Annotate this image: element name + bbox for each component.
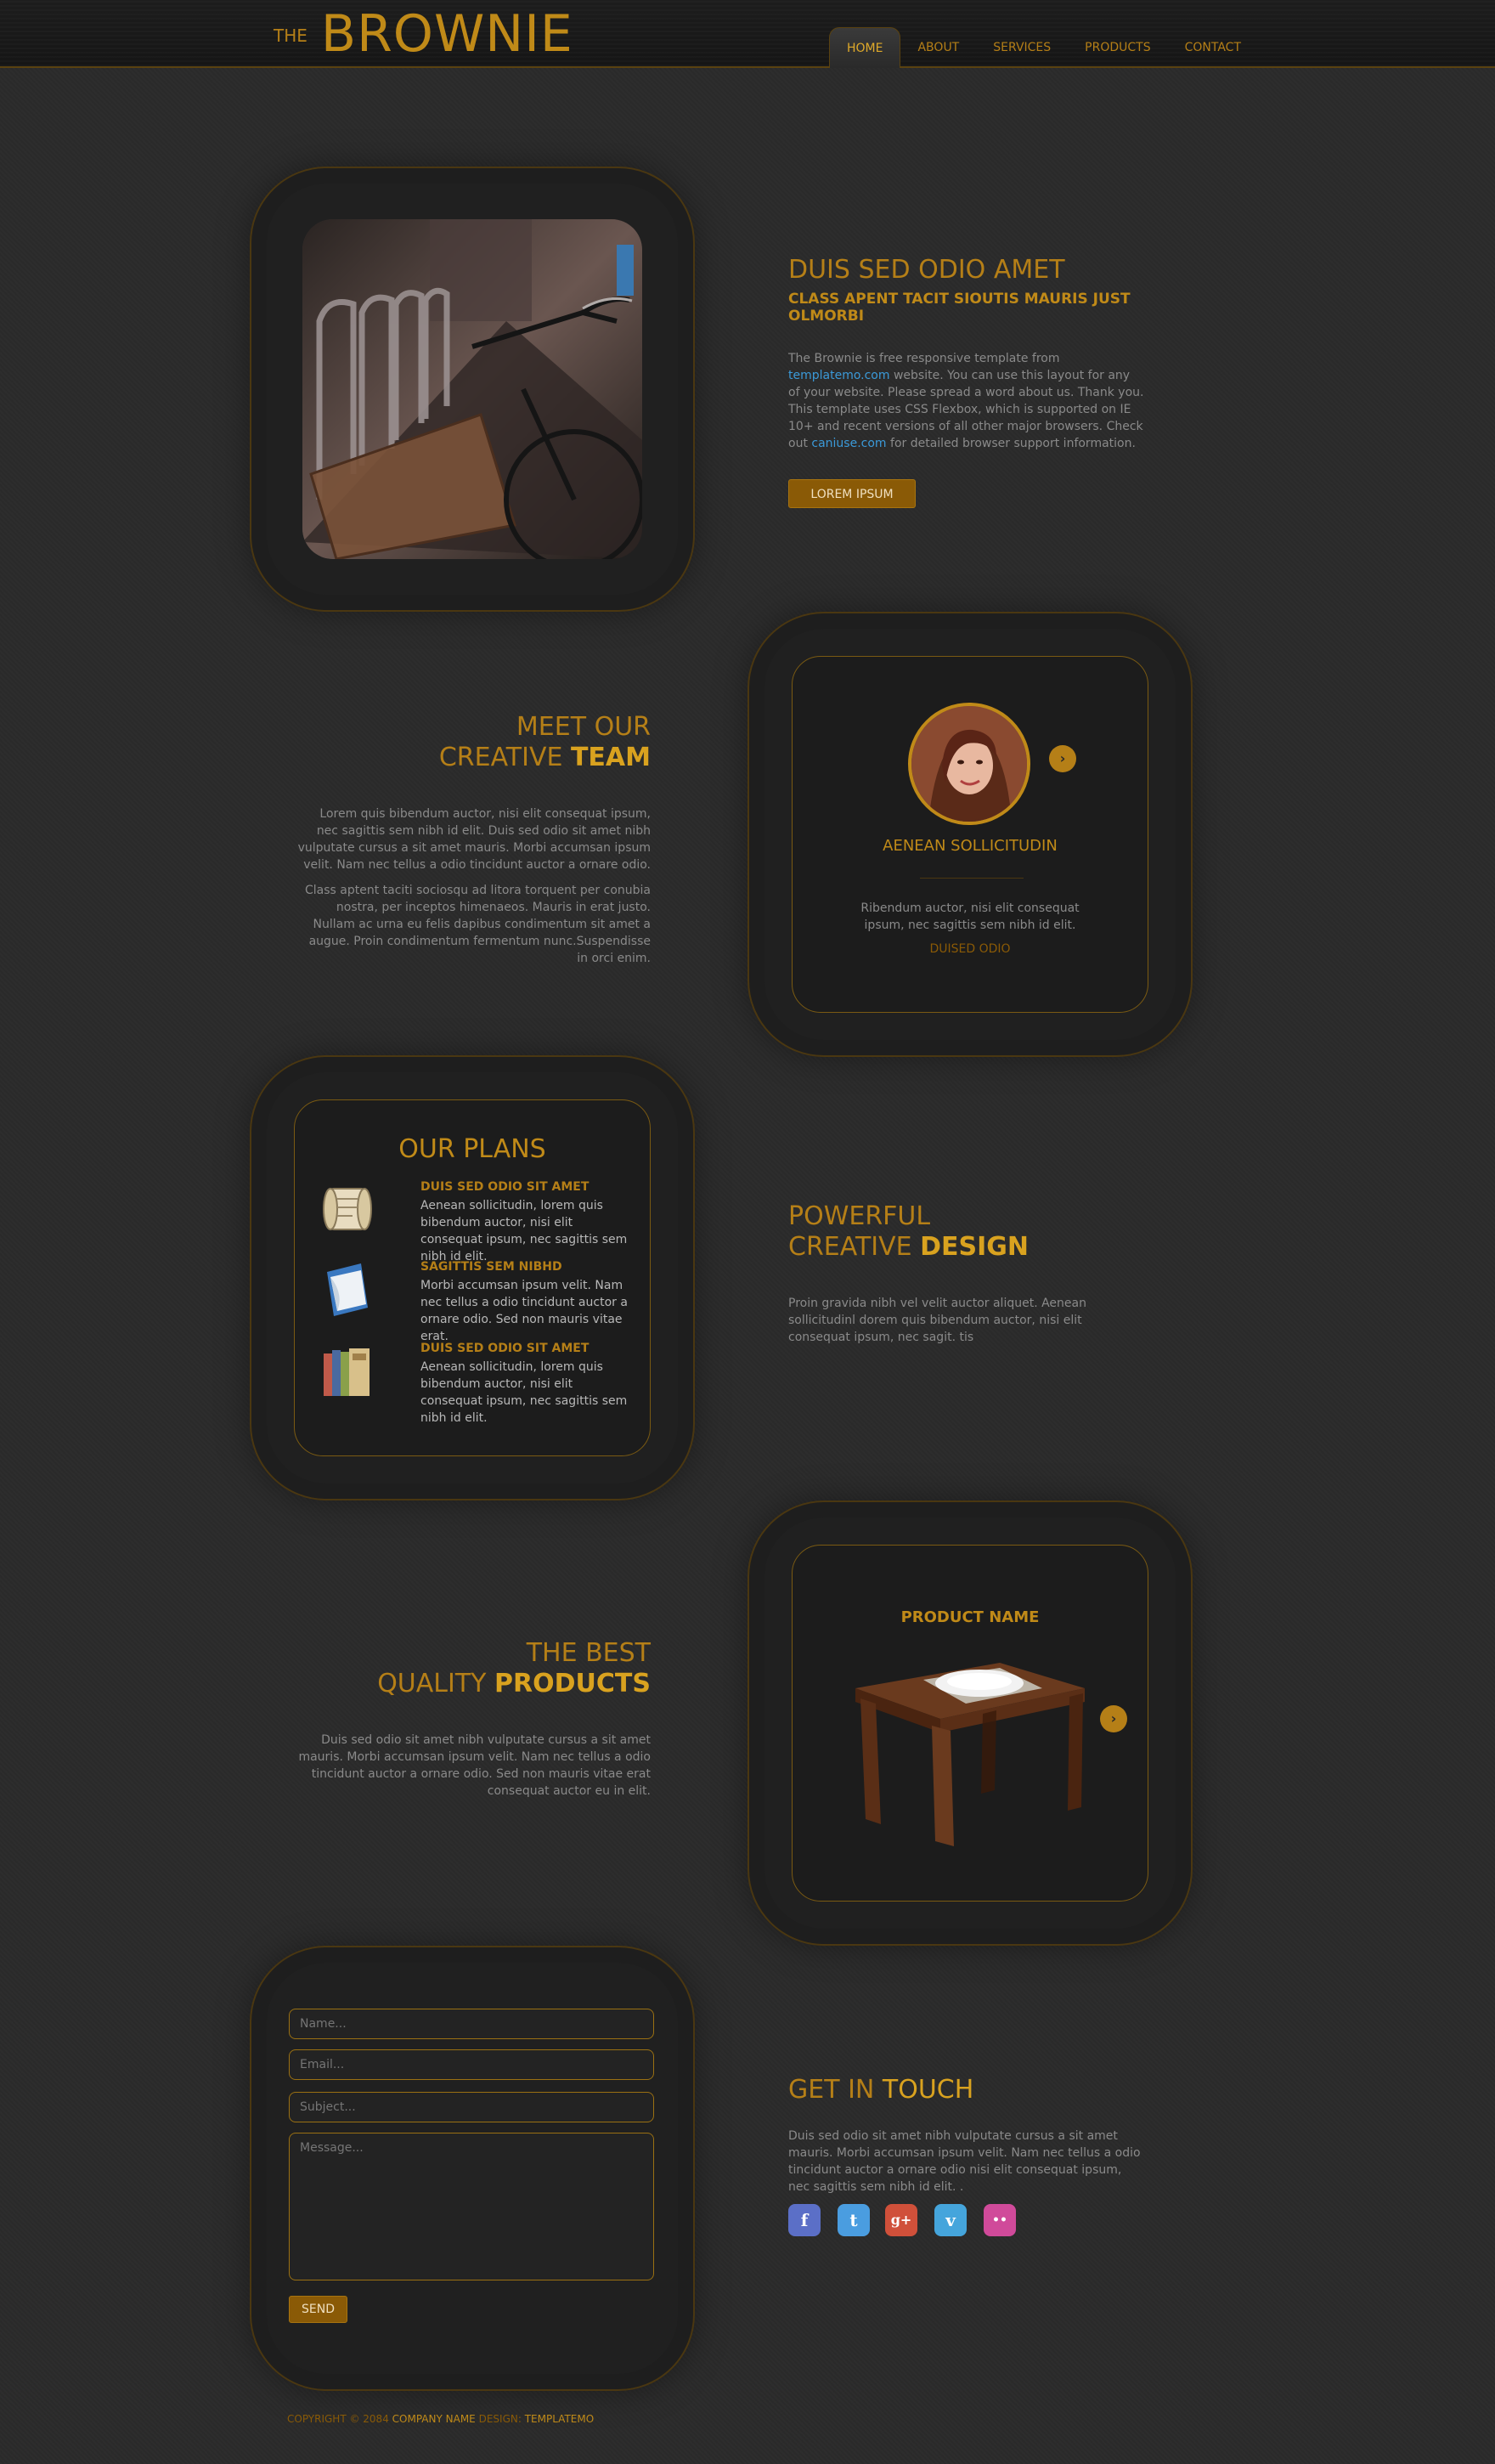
products-title-1: THE BEST xyxy=(526,1638,651,1668)
intro-text-3: for detailed browser support information… xyxy=(890,437,1136,450)
design-section: POWERFUL CREATIVE DESIGN Proin gravida n… xyxy=(788,1201,1145,1346)
paper-icon xyxy=(327,1263,368,1316)
nav-home[interactable]: HOME xyxy=(829,27,901,68)
plan-item: DUIS SED ODIO SIT AMET Aenean sollicitud… xyxy=(319,1180,627,1263)
bicycle-photo xyxy=(302,219,642,559)
team-title-1: MEET OUR xyxy=(516,712,651,742)
design-title-1: POWERFUL xyxy=(788,1201,931,1231)
plan-heading: DUIS SED ODIO SIT AMET xyxy=(420,1342,590,1355)
main-nav: HOME ABOUT SERVICES PRODUCTS CONTACT xyxy=(829,27,1258,68)
plans-title: OUR PLANS xyxy=(398,1134,546,1164)
intro-section: DUIS SED ODIO AMET CLASS APENT TACIT SIO… xyxy=(788,255,1145,508)
member-divider xyxy=(920,878,1024,879)
social-links: f t g+ v •• xyxy=(788,2204,1145,2238)
facebook-icon[interactable]: f xyxy=(788,2204,821,2236)
product-card: PRODUCT NAME › xyxy=(792,1545,1148,1902)
company-name[interactable]: COMPANY NAME xyxy=(392,2413,476,2425)
nav-products[interactable]: PRODUCTS xyxy=(1068,27,1167,68)
send-button[interactable]: SEND xyxy=(289,2296,347,2323)
products-title-2: QUALITY PRODUCTS xyxy=(296,1669,651,1699)
templatemo-link[interactable]: templatemo.com xyxy=(788,369,890,382)
intro-paragraph: The Brownie is free responsive template … xyxy=(788,350,1145,452)
site-footer: COPYRIGHT © 2084 COMPANY NAME DESIGN: TE… xyxy=(287,2413,594,2425)
product-name: PRODUCT NAME xyxy=(900,1608,1040,1626)
subject-input[interactable] xyxy=(289,2092,654,2122)
nav-about[interactable]: ABOUT xyxy=(900,27,976,68)
intro-text-1: The Brownie is free responsive template … xyxy=(788,352,1060,365)
team-section: MEET OUR CREATIVE TEAM Lorem quis bibend… xyxy=(296,712,651,967)
nav-contact[interactable]: CONTACT xyxy=(1168,27,1258,68)
team-title-2b: TEAM xyxy=(570,743,651,772)
design-title-2a: CREATIVE xyxy=(788,1232,912,1262)
products-text: Duis sed odio sit amet nibh vulputate cu… xyxy=(298,1733,651,1798)
site-header: THE BROWNIE HOME ABOUT SERVICES PRODUCTS… xyxy=(0,0,1495,68)
products-title-2b: PRODUCTS xyxy=(494,1669,651,1698)
books-icon xyxy=(324,1348,370,1396)
contact-title-b: TOUCH xyxy=(882,2075,974,2105)
vimeo-icon[interactable]: v xyxy=(934,2204,967,2236)
design-title-2b: DESIGN xyxy=(920,1232,1030,1262)
member-bio: Ribendum auctor, nisi elit consequat ips… xyxy=(860,901,1080,932)
contact-title: GET IN TOUCH xyxy=(788,2075,1145,2105)
member-role: DUISED ODIO xyxy=(929,942,1011,956)
plan-item: SAGITTIS SEM NIBHD Morbi accumsan ipsum … xyxy=(319,1260,628,1343)
intro-subtitle: CLASS APENT TACIT SIOUTIS MAURIS JUST OL… xyxy=(788,291,1131,325)
team-title-2a: CREATIVE xyxy=(438,743,563,772)
product-table-image xyxy=(855,1663,1085,1846)
photo-tile xyxy=(250,167,695,612)
intro-title: DUIS SED ODIO AMET xyxy=(788,255,1065,285)
plans-card: OUR PLANS DUIS SED ODIO SIT AMET Aenean … xyxy=(294,1099,651,1456)
plan-heading: SAGITTIS SEM NIBHD xyxy=(420,1260,562,1274)
products-title-2a: QUALITY xyxy=(377,1669,487,1698)
team-next-arrow[interactable]: › xyxy=(1049,745,1076,772)
contact-text: Duis sed odio sit amet nibh vulputate cu… xyxy=(788,2129,1141,2194)
contact-tile: SEND xyxy=(250,1946,695,2391)
plan-text: Morbi accumsan ipsum velit. Nam nec tell… xyxy=(420,1279,628,1343)
message-input[interactable] xyxy=(289,2133,654,2280)
flickr-icon[interactable]: •• xyxy=(984,2204,1016,2236)
copyright-text: COPYRIGHT © 2084 xyxy=(287,2413,389,2425)
design-text: Proin gravida nibh vel velit auctor aliq… xyxy=(788,1297,1086,1344)
logo-name: BROWNIE xyxy=(320,4,573,64)
design-label: DESIGN: xyxy=(478,2413,522,2425)
google-plus-icon[interactable]: g+ xyxy=(885,2204,917,2236)
design-title-2: CREATIVE DESIGN xyxy=(788,1232,1145,1263)
scroll-icon xyxy=(323,1188,372,1230)
products-section: THE BEST QUALITY PRODUCTS Duis sed odio … xyxy=(296,1638,651,1800)
contact-title-a: GET IN xyxy=(788,2075,875,2105)
plan-heading: DUIS SED ODIO SIT AMET xyxy=(420,1180,590,1194)
team-paragraph-1: Lorem quis bibendum auctor, nisi elit co… xyxy=(297,807,651,872)
member-name: AENEAN SOLLICITUDIN xyxy=(883,837,1058,855)
plan-item: DUIS SED ODIO SIT AMET Aenean sollicitud… xyxy=(319,1342,627,1425)
contact-section: GET IN TOUCH Duis sed odio sit amet nibh… xyxy=(788,2075,1145,2238)
product-next-arrow[interactable]: › xyxy=(1100,1705,1127,1732)
team-title-2: CREATIVE TEAM xyxy=(296,743,651,773)
designer-link[interactable]: TEMPLATEMO xyxy=(525,2413,594,2425)
plan-text: Aenean sollicitudin, lorem quis bibendum… xyxy=(420,1360,628,1425)
product-tile: PRODUCT NAME › xyxy=(748,1500,1193,1946)
member-portrait xyxy=(911,706,1027,822)
name-input[interactable] xyxy=(289,2009,654,2039)
caniuse-link[interactable]: caniuse.com xyxy=(811,437,886,450)
team-tile: › AENEAN SOLLICITUDIN Ribendum auctor, n… xyxy=(748,612,1193,1057)
plans-tile: OUR PLANS DUIS SED ODIO SIT AMET Aenean … xyxy=(250,1055,695,1500)
team-card: › AENEAN SOLLICITUDIN Ribendum auctor, n… xyxy=(792,656,1148,1013)
nav-services[interactable]: SERVICES xyxy=(976,27,1068,68)
lorem-ipsum-button[interactable]: LOREM IPSUM xyxy=(788,479,916,508)
site-logo[interactable]: THE BROWNIE xyxy=(274,7,573,61)
plan-text: Aenean sollicitudin, lorem quis bibendum… xyxy=(420,1199,628,1263)
bicycle-image xyxy=(302,219,642,559)
twitter-icon[interactable]: t xyxy=(838,2204,870,2236)
email-input[interactable] xyxy=(289,2049,654,2080)
member-avatar xyxy=(908,703,1030,825)
logo-prefix: THE xyxy=(274,25,307,46)
team-paragraph-2: Class aptent taciti sociosqu ad litora t… xyxy=(304,884,651,965)
